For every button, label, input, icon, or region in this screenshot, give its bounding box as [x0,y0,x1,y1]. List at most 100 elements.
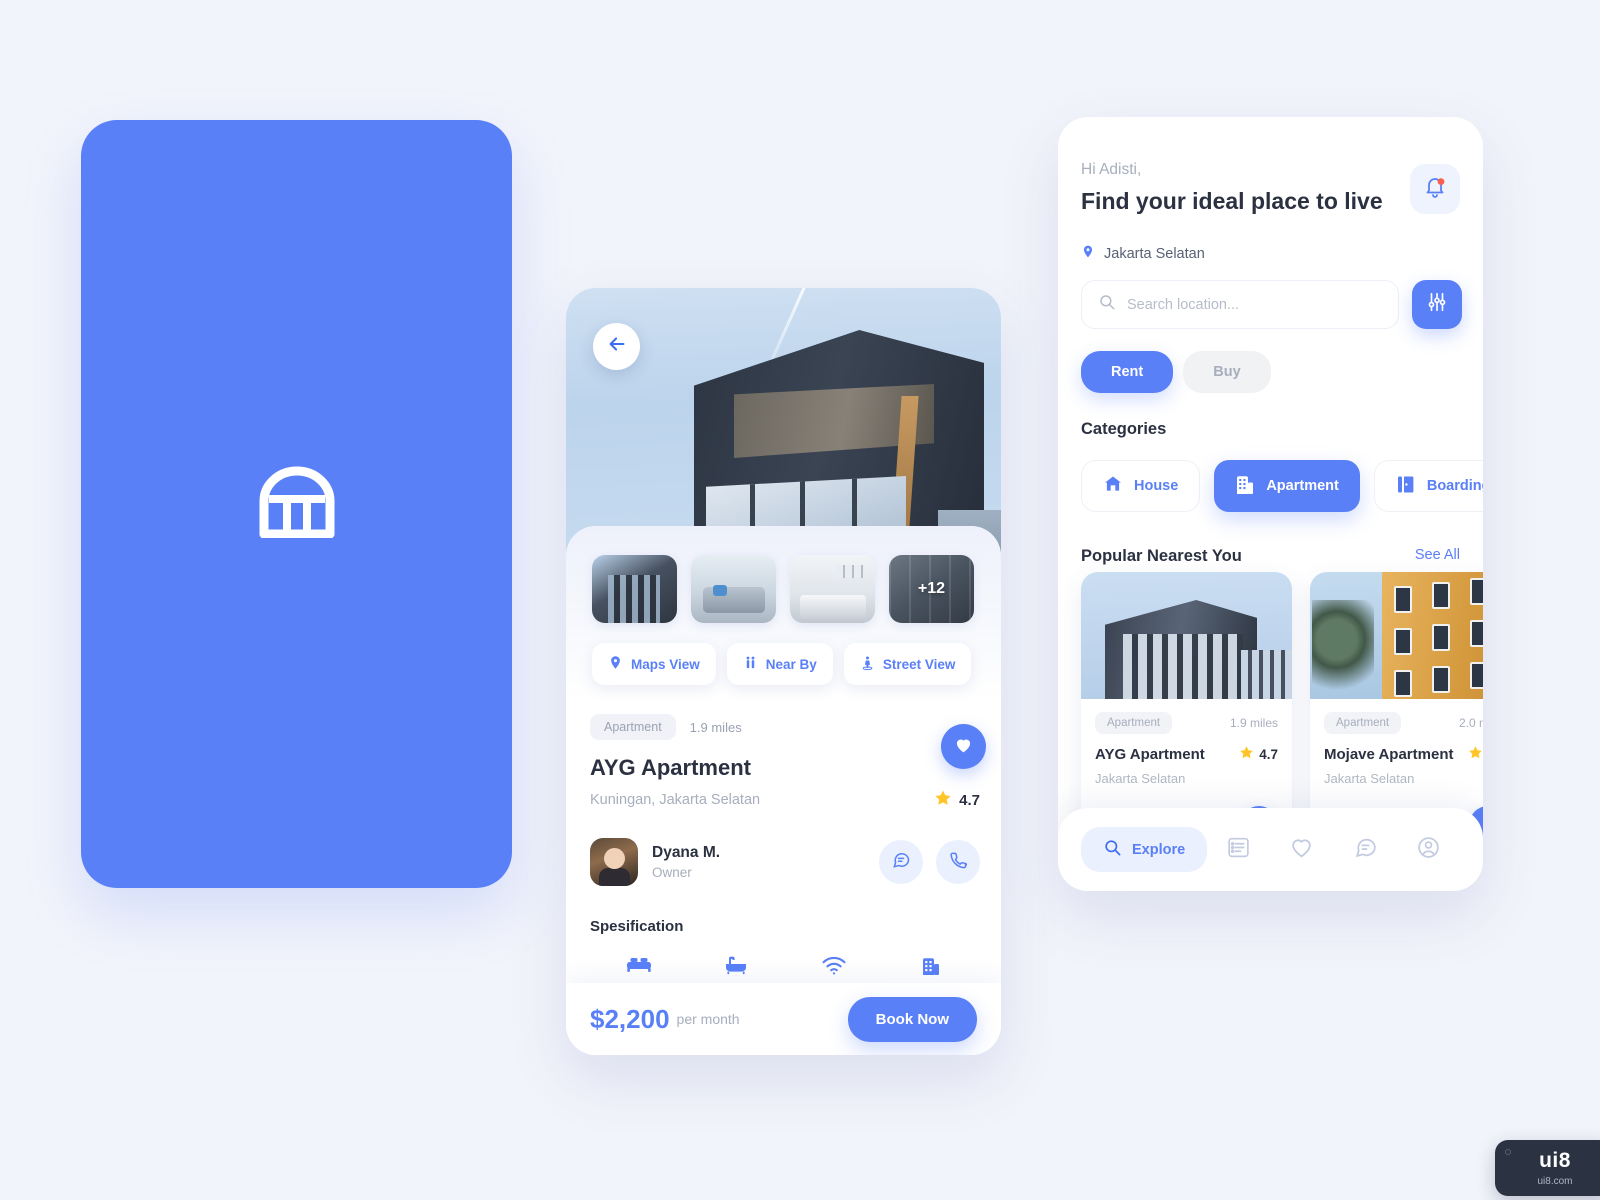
tab-near-by[interactable]: Near By [726,643,833,685]
street-view-icon [860,655,875,674]
thumbnail-more[interactable]: +12 [889,555,974,623]
property-card-image [1081,572,1292,699]
tab-street-view[interactable]: Street View [843,643,972,685]
spec-wifi [785,955,883,981]
segment-buy[interactable]: Buy [1183,351,1271,393]
detail-price: $2,200 [590,1003,670,1034]
property-location: Kuningan, Jakarta Selatan [590,792,761,808]
chat-outline-icon [1353,835,1378,865]
bed-icon [626,955,652,981]
phone-icon [948,850,968,875]
category-boarding-house-label: Boarding House [1426,478,1483,494]
home-screen: Hi Adisti, Find your ideal place to live… [1058,117,1483,891]
nav-item-messages[interactable] [1334,835,1397,865]
greeting-block: Hi Adisti, Find your ideal place to live [1081,161,1383,215]
heart-outline-icon [1289,835,1314,865]
thumbnail-bedroom[interactable] [790,555,875,623]
owner-role: Owner [652,865,692,880]
nav-item-favorites[interactable] [1270,835,1333,865]
greeting-text: Hi Adisti, [1081,161,1142,178]
price-bar: $2,200 per month Book Now [566,983,1001,1055]
thumbnail-strip: +12 [592,555,974,623]
detail-price-period: per month [676,1011,740,1027]
spec-heading: Spesification [590,918,684,935]
house-icon [1103,474,1123,498]
card-title: AYG Apartment [1095,745,1205,763]
nav-item-list[interactable] [1207,835,1270,865]
book-now-button[interactable]: Book Now [847,996,977,1042]
more-photos-count: +12 [917,580,946,597]
category-boarding-house[interactable]: Boarding House [1373,460,1483,512]
tab-maps-view[interactable]: Maps View [592,643,716,685]
favorite-button[interactable] [941,724,986,769]
user-circle-icon [1416,835,1441,865]
arrow-left-icon [606,333,628,360]
search-row [1081,280,1462,329]
detail-sheet: +12 Maps View Near By Street View Apartm… [566,526,1001,1055]
tab-street-view-label: Street View [882,656,956,672]
star-icon [1468,745,1483,763]
back-button[interactable] [593,323,640,370]
card-type-tag: Apartment [1095,712,1173,734]
watermark-url: ui8.com [1537,1175,1573,1187]
listing-type-segments: Rent Buy [1081,351,1271,393]
chat-icon [891,850,911,875]
nav-item-profile[interactable] [1397,835,1460,865]
sliders-icon [1426,291,1448,318]
nav-item-explore[interactable]: Explore [1081,827,1208,872]
card-type-tag: Apartment [1324,712,1402,734]
star-icon [934,789,952,811]
category-house-label: House [1134,478,1179,494]
view-tabs: Maps View Near By Street View [592,643,972,685]
owner-avatar [590,838,638,886]
thumbnail-livingroom[interactable] [691,555,776,623]
property-type-tag: Apartment [590,714,676,740]
filter-button[interactable] [1412,280,1462,329]
spec-building [883,955,981,981]
property-info: Apartment 1.9 miles AYG Apartment Kuning… [590,714,986,981]
property-distance: 1.9 miles [689,719,742,735]
card-title: Mojave Apartment [1324,745,1454,763]
screen-root: +12 Maps View Near By Street View Apartm… [0,0,1600,1200]
watermark-badge: ui8 ui8.com [1495,1140,1600,1196]
category-apartment[interactable]: Apartment [1214,460,1360,512]
property-rating-value: 4.7 [959,791,980,809]
card-location: Jakarta Selatan [1324,771,1415,786]
category-apartment-label: Apartment [1266,478,1339,494]
property-rating: 4.7 [934,789,980,811]
heart-filled-icon [953,734,974,760]
tab-maps-view-label: Maps View [631,656,700,672]
tab-near-by-label: Near By [765,656,817,672]
property-title: AYG Apartment [590,755,751,780]
nav-item-explore-label: Explore [1132,841,1186,858]
people-icon [743,655,758,674]
call-owner-button[interactable] [936,840,980,884]
owner-row: Dyana M. Owner [590,838,980,886]
search-box[interactable] [1081,280,1399,329]
search-icon [1098,293,1116,316]
thumbnail-exterior[interactable] [592,555,677,623]
property-detail-screen: +12 Maps View Near By Street View Apartm… [566,288,1001,1055]
owner-name: Dyana M. [652,844,721,861]
bell-notification-icon [1423,175,1447,204]
wifi-icon [821,955,847,981]
bathtub-icon [724,955,748,981]
categories-heading: Categories [1081,420,1167,438]
segment-rent[interactable]: Rent [1081,351,1174,393]
see-all-link[interactable]: See All [1415,547,1460,563]
page-title: Find your ideal place to live [1081,188,1383,214]
splash-screen [81,120,512,888]
current-location[interactable]: Jakarta Selatan [1081,243,1205,265]
door-icon [1396,474,1416,499]
message-owner-button[interactable] [879,840,923,884]
card-location: Jakarta Selatan [1095,771,1186,786]
watermark-title: ui8 [1539,1148,1571,1172]
spec-icon-row [590,955,980,981]
bottom-navigation: Explore [1058,808,1483,891]
search-input[interactable] [1127,296,1382,313]
spec-bed [590,955,688,981]
card-rating: 4.8 [1468,745,1483,763]
map-pin-icon [1081,243,1095,265]
category-house[interactable]: House [1081,460,1201,512]
notification-button[interactable] [1410,164,1460,214]
